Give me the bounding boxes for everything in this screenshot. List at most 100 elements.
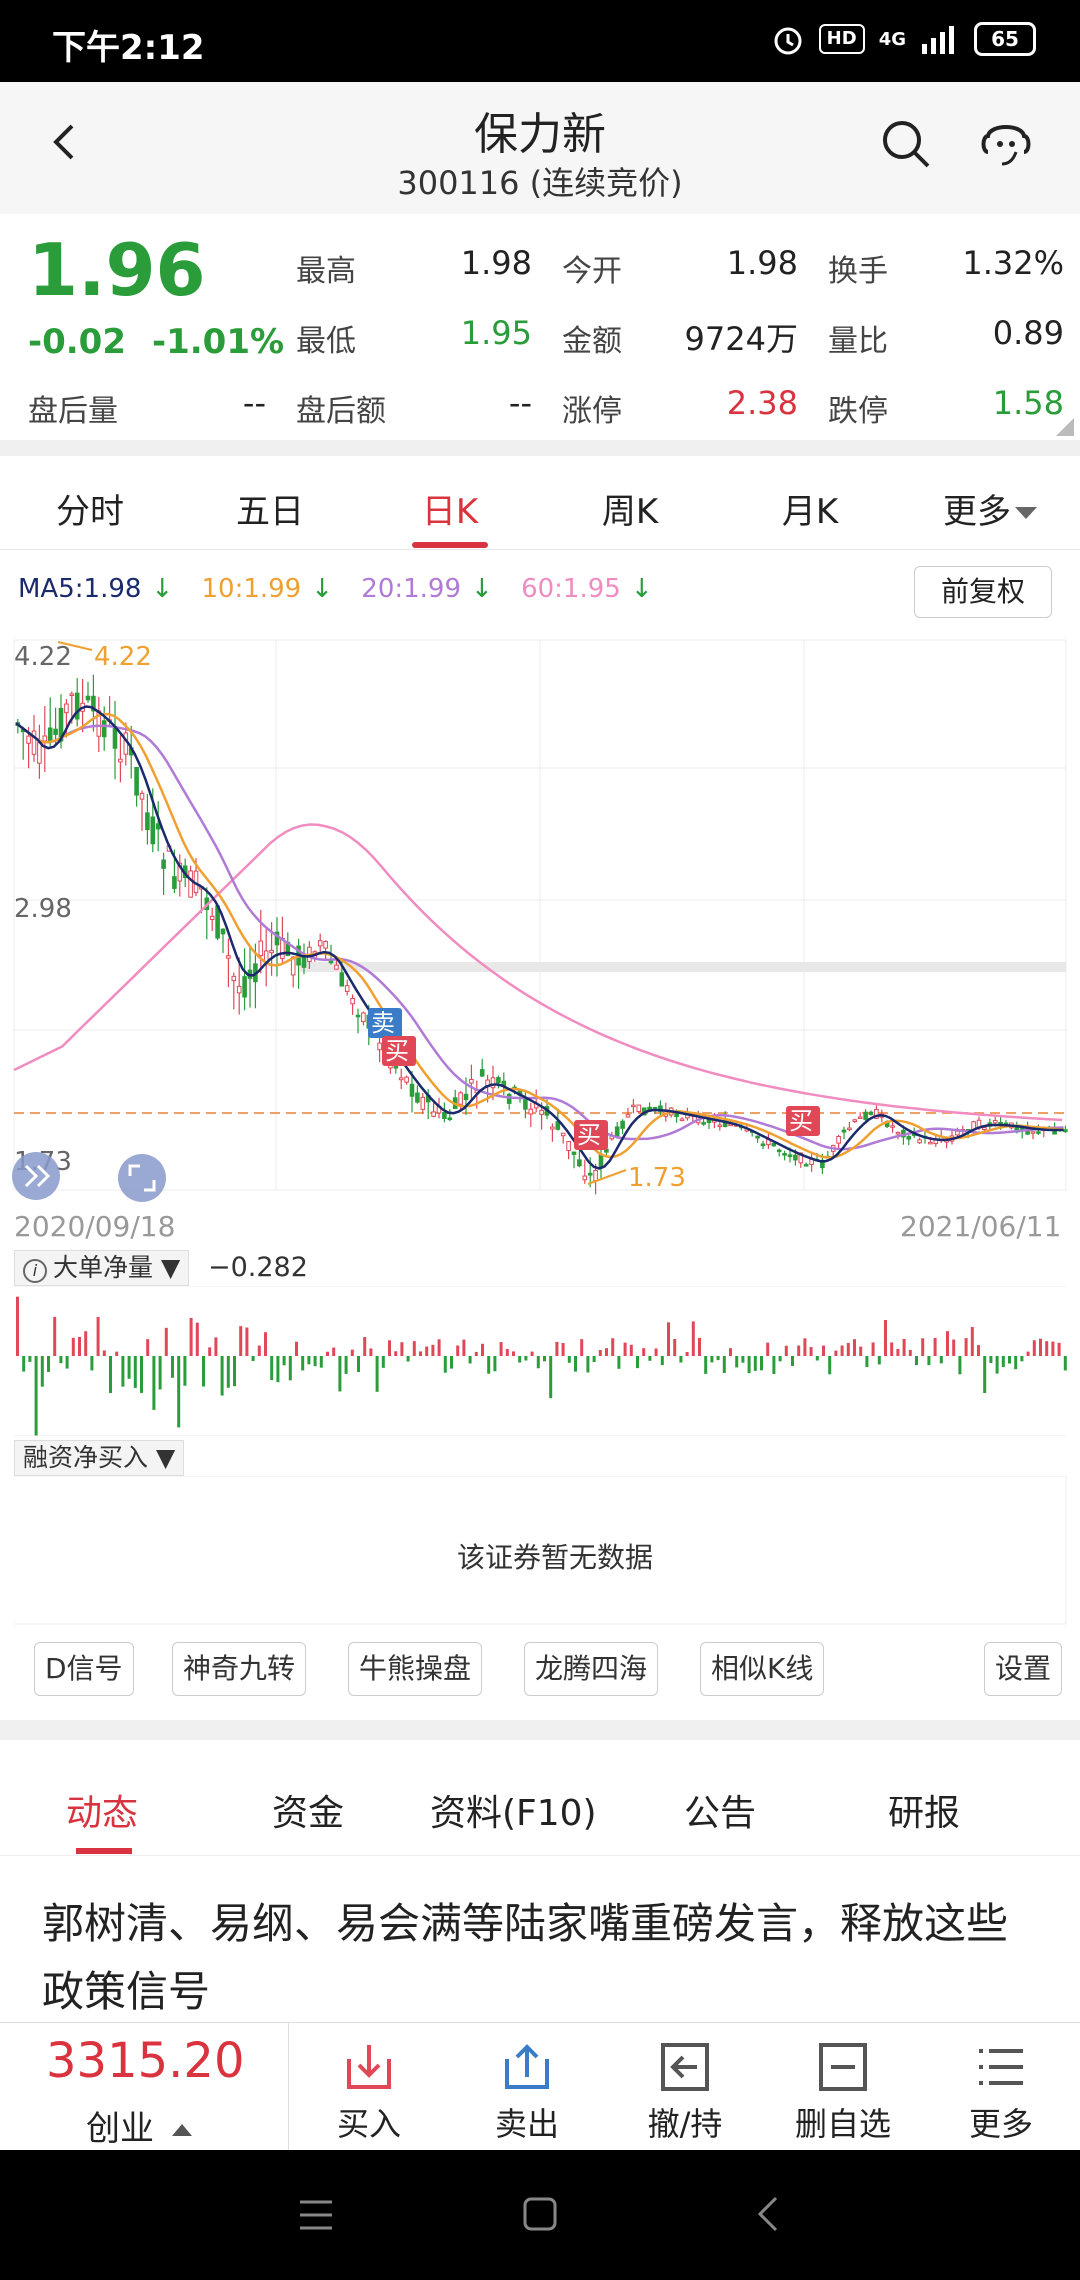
order-bar — [381, 1356, 385, 1368]
buy-button[interactable]: 买入 — [304, 2023, 434, 2151]
order-bar — [617, 1356, 621, 1369]
menu-list-icon — [979, 2049, 1023, 2085]
remove-watchlist-button[interactable]: 删自选 — [778, 2023, 908, 2151]
order-bar — [729, 1348, 732, 1356]
search-icon[interactable] — [880, 118, 932, 170]
tab-intraday[interactable]: 分时 — [20, 484, 160, 533]
remove-watchlist-label: 删自选 — [794, 2105, 891, 2143]
candle-body — [415, 1092, 420, 1103]
tool-d-signal[interactable]: D信号 — [34, 1642, 134, 1696]
tool-similar-k[interactable]: 相似K线 — [700, 1642, 825, 1696]
index-name[interactable]: 创业 — [86, 2101, 192, 2150]
sell-button[interactable]: 卖出 — [462, 2023, 592, 2151]
candle-body — [1036, 1131, 1041, 1134]
tab-more[interactable]: 更多 — [920, 484, 1060, 533]
tool-settings[interactable]: 设置 — [984, 1642, 1063, 1696]
tab-funds[interactable]: 资金 — [272, 1784, 344, 1836]
candle-body — [701, 1122, 706, 1125]
order-bar — [375, 1356, 379, 1392]
order-bar — [388, 1340, 391, 1356]
index-value[interactable]: 3315.20 — [46, 2033, 245, 2089]
cancel-hold-button[interactable]: 撤/持 — [620, 2023, 750, 2151]
indicator-name: 大单净量 ▼ — [53, 1253, 181, 1282]
candle-body — [755, 1135, 760, 1139]
tool-magic-nine[interactable]: 神奇九转 — [172, 1642, 307, 1696]
customer-service-icon[interactable] — [976, 118, 1036, 170]
candle-body — [150, 816, 156, 845]
order-bar — [406, 1356, 410, 1362]
order-bar — [53, 1316, 57, 1356]
period-tabs: 分时 五日 日K 周K 月K 更多 — [0, 458, 1080, 550]
tab-research[interactable]: 研报 — [888, 1784, 960, 1836]
order-bar — [716, 1356, 720, 1361]
order-bar — [425, 1346, 429, 1356]
divider — [0, 1720, 1080, 1740]
candlestick-chart[interactable]: 4.22 2.98 1.73 4.22 1.73 卖 买 买 买 — [0, 620, 1080, 1240]
fullscreen-icon[interactable] — [118, 1154, 166, 1202]
ma20-value: 20:1.99 ↓ — [361, 574, 493, 604]
tab-news[interactable]: 动态 — [66, 1784, 138, 1836]
order-bar — [412, 1341, 416, 1356]
order-bar — [698, 1337, 701, 1356]
order-bar — [977, 1345, 980, 1356]
candle-body — [782, 1153, 787, 1156]
candle-body — [636, 1104, 642, 1113]
tab-weekly-k[interactable]: 周K — [560, 484, 700, 533]
order-bar — [431, 1344, 435, 1356]
candle-body — [409, 1083, 415, 1097]
value-high: 1.98 — [460, 244, 532, 282]
scroll-left-icon[interactable] — [12, 1152, 60, 1200]
order-bar — [946, 1331, 949, 1356]
candle-body — [506, 1093, 512, 1104]
tab-five-day[interactable]: 五日 — [200, 484, 340, 533]
order-bar — [685, 1351, 689, 1356]
candle-body — [917, 1139, 922, 1144]
order-bar — [822, 1345, 825, 1356]
adjust-button[interactable]: 前复权 — [914, 566, 1052, 618]
order-bar — [828, 1356, 832, 1375]
candle-body — [760, 1143, 766, 1147]
menu-icon[interactable] — [298, 2198, 334, 2232]
more-button[interactable]: 更多 — [936, 2023, 1066, 2151]
back-nav-icon[interactable] — [756, 2196, 780, 2232]
current-price: 1.96 — [28, 228, 206, 312]
tool-dragon[interactable]: 龙腾四海 — [524, 1642, 659, 1696]
order-bar — [611, 1338, 615, 1356]
order-bar — [915, 1356, 918, 1366]
order-bar — [338, 1356, 342, 1392]
order-bar — [1063, 1356, 1067, 1371]
order-bar — [853, 1339, 856, 1356]
order-bar — [884, 1320, 887, 1356]
order-bar — [865, 1356, 869, 1368]
order-bar — [146, 1339, 150, 1356]
indicator-selector[interactable]: i 大单净量 ▼ — [14, 1250, 190, 1286]
candle-body — [490, 1077, 496, 1089]
order-bar — [344, 1356, 348, 1374]
value-volume-ratio: 0.89 — [992, 314, 1064, 352]
tool-bull-bear[interactable]: 牛熊操盘 — [348, 1642, 483, 1696]
candle-body — [992, 1119, 998, 1124]
order-bar — [679, 1356, 683, 1363]
info-tabs: 动态 资金 资料(F10) 公告 研报 — [0, 1740, 1080, 1856]
order-bar — [96, 1316, 100, 1356]
order-bar — [549, 1356, 553, 1399]
financing-selector[interactable]: 融资净买入 ▼ — [14, 1440, 185, 1476]
order-bar — [462, 1339, 466, 1356]
expand-corner-icon[interactable] — [1056, 418, 1074, 436]
candle-body — [53, 728, 58, 735]
order-bar — [580, 1339, 584, 1356]
tab-daily-k[interactable]: 日K — [380, 484, 520, 533]
candle-body — [863, 1111, 868, 1120]
home-icon[interactable] — [522, 2196, 558, 2232]
tab-announcements[interactable]: 公告 — [684, 1784, 756, 1836]
candle-body — [587, 1172, 593, 1176]
order-bar — [474, 1351, 478, 1356]
active-tab-indicator — [412, 542, 488, 548]
order-bar — [307, 1356, 311, 1365]
candle-body — [852, 1119, 858, 1123]
tab-monthly-k[interactable]: 月K — [740, 484, 880, 533]
order-bar — [902, 1338, 906, 1356]
tab-f10[interactable]: 资料(F10) — [430, 1784, 597, 1836]
news-headline[interactable]: 郭树清、易纲、易会满等陆家嘴重磅发言，释放这些政策信号 — [42, 1890, 1042, 2026]
order-bar — [667, 1322, 670, 1356]
